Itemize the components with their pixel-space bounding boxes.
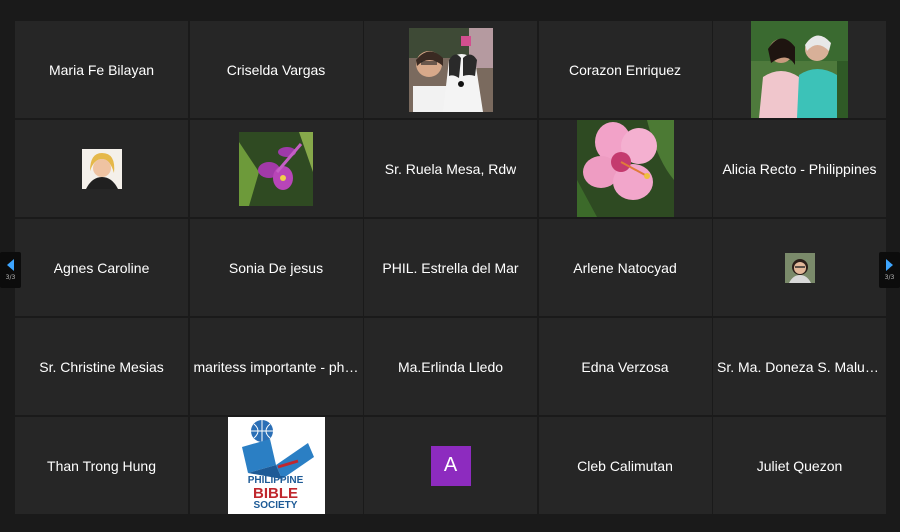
participant-name: Alicia Recto - Philippines — [722, 160, 877, 177]
chevron-left-icon — [7, 259, 14, 271]
participant-tile[interactable] — [538, 120, 712, 217]
participant-name: Juliet Quezon — [756, 457, 843, 474]
participant-tile[interactable]: Sr. Christine Mesias — [15, 318, 188, 415]
participant-name: Ma.Erlinda Lledo — [397, 358, 504, 375]
participant-name: Criselda Vargas — [226, 61, 326, 78]
woman-with-dog-photo — [408, 27, 493, 112]
participant-name: Arlene Natocyad — [573, 259, 677, 276]
participant-name: Sr. Ma. Doneza S. Malunes, Rdw — [717, 358, 882, 375]
next-page-button[interactable]: 3/3 — [879, 252, 900, 288]
participant-tile[interactable]: A — [364, 417, 537, 514]
participant-name: Than Trong Hung — [47, 457, 156, 474]
bible-society-logo-text: PHILIPPINE BIBLE SOCIETY — [227, 476, 324, 511]
participant-tile[interactable] — [15, 120, 188, 217]
initial-avatar: A — [430, 445, 471, 486]
participant-tile[interactable]: Alicia Recto - Philippines — [713, 120, 886, 217]
participant-tile[interactable]: Sonia De jesus — [189, 219, 363, 316]
participant-tile[interactable] — [713, 219, 886, 316]
purple-orchid-photo — [239, 131, 313, 206]
participant-tile[interactable]: Sr. Ma. Doneza S. Malunes, Rdw — [713, 318, 886, 415]
logo-line-3: SOCIETY — [253, 500, 298, 511]
participant-name: Cleb Calimutan — [577, 457, 673, 474]
participant-tile[interactable]: Maria Fe Bilayan — [15, 21, 188, 118]
participant-tile[interactable]: Juliet Quezon — [713, 417, 886, 514]
participant-name: Corazon Enriquez — [568, 61, 682, 78]
participant-tile[interactable] — [713, 21, 886, 118]
participant-name: Sr. Christine Mesias — [39, 358, 164, 375]
logo-line-2: BIBLE — [253, 485, 298, 502]
page-indicator: 3/3 — [5, 274, 16, 281]
participant-grid: Maria Fe Bilayan Criselda Vargas Corazon… — [15, 21, 886, 515]
participant-name: Sonia De jesus — [228, 259, 324, 276]
page-indicator: 3/3 — [884, 274, 895, 281]
woman-portrait-photo — [81, 148, 122, 189]
participant-tile[interactable]: Cleb Calimutan — [538, 417, 712, 514]
participant-name: maritess importante - philippines — [193, 358, 359, 375]
previous-page-button[interactable]: 3/3 — [0, 252, 21, 288]
participant-tile[interactable]: Ma.Erlinda Lledo — [364, 318, 537, 415]
participant-tile[interactable]: Sr. Ruela Mesa, Rdw — [364, 120, 537, 217]
participant-name: Maria Fe Bilayan — [48, 61, 155, 78]
participant-tile[interactable]: Edna Verzosa — [538, 318, 712, 415]
participant-name: PHIL. Estrella del Mar — [382, 259, 519, 276]
participant-name: Sr. Ruela Mesa, Rdw — [384, 160, 517, 177]
two-women-photo — [751, 21, 848, 118]
participant-tile[interactable]: PHIL. Estrella del Mar — [364, 219, 537, 316]
woman-small-portrait-photo — [784, 252, 815, 283]
participant-tile[interactable]: Agnes Caroline — [15, 219, 188, 316]
participant-name: Agnes Caroline — [53, 259, 150, 276]
pink-hibiscus-photo — [576, 120, 674, 217]
participant-tile[interactable]: Arlene Natocyad — [538, 219, 712, 316]
participant-tile[interactable] — [364, 21, 537, 118]
participant-tile[interactable]: maritess importante - philippines — [189, 318, 363, 415]
participant-tile[interactable] — [189, 120, 363, 217]
chevron-right-icon — [886, 259, 893, 271]
participant-tile[interactable]: Criselda Vargas — [189, 21, 363, 118]
participant-tile[interactable]: Than Trong Hung — [15, 417, 188, 514]
participant-tile[interactable]: Corazon Enriquez — [538, 21, 712, 118]
participant-name: Edna Verzosa — [581, 358, 669, 375]
